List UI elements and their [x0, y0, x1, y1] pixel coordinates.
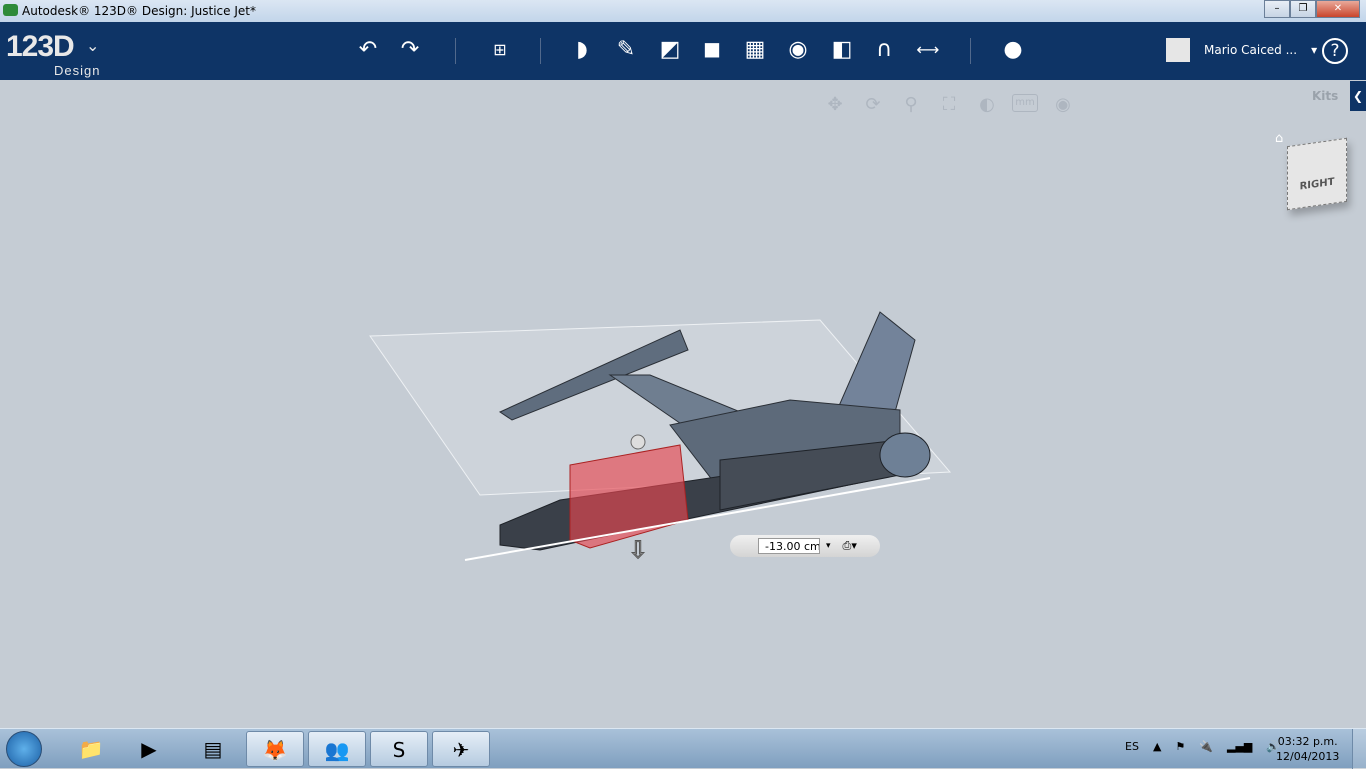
taskbar-skype-icon[interactable]: S [370, 731, 428, 767]
action-center-flag-icon[interactable]: ⚑ [1175, 740, 1185, 753]
user-menu[interactable]: Mario Caiced ... ▾ [1166, 38, 1317, 62]
sketch-icon[interactable]: ✎ [612, 36, 640, 64]
taskbar-123d-icon[interactable]: ✈ [432, 731, 490, 767]
power-icon[interactable]: 🔌 [1199, 740, 1213, 753]
viewport-3d[interactable]: ⇩ [0, 80, 1366, 728]
divider [970, 38, 971, 64]
clock[interactable]: 03:32 p.m. 12/04/2013 [1276, 734, 1339, 764]
taskbar-app-icon[interactable]: ▤ [184, 731, 242, 767]
logo-brand: 123D [6, 30, 75, 63]
user-name: Mario Caiced ... [1204, 43, 1298, 57]
pattern-icon[interactable]: ▦ [741, 36, 769, 64]
divider [540, 38, 541, 64]
divider [455, 38, 456, 64]
measure-icon[interactable]: ⟷ [914, 36, 942, 64]
app-menu-logo[interactable]: 123D ⌄ Design [6, 30, 99, 78]
show-hidden-icons-icon[interactable]: ▲ [1153, 740, 1161, 753]
close-button[interactable]: ✕ [1316, 0, 1360, 18]
network-signal-icon[interactable]: ▂▄▆ [1227, 740, 1252, 753]
modify-icon[interactable]: ◼ [698, 36, 726, 64]
minimize-button[interactable]: – [1264, 0, 1290, 18]
snap-icon[interactable]: ∩ [870, 36, 898, 64]
dimension-input[interactable] [758, 538, 820, 554]
group-icon[interactable]: ◉ [784, 36, 812, 64]
dropdown-icon: ▾ [1311, 43, 1318, 57]
drag-arrow-icon: ⇩ [628, 536, 648, 564]
transform-icon[interactable]: ⊞ [486, 36, 514, 64]
clock-time: 03:32 p.m. [1277, 735, 1338, 748]
start-button[interactable] [6, 731, 42, 767]
logo-sub: Design [54, 63, 101, 78]
taskbar-firefox-icon[interactable]: 🦊 [246, 731, 304, 767]
show-desktop-button[interactable] [1352, 729, 1366, 769]
maximize-button[interactable]: ❐ [1290, 0, 1316, 18]
app-icon [3, 4, 18, 16]
avatar [1166, 38, 1190, 62]
system-tray: ES ▲ ⚑ 🔌 ▂▄▆ 🔊 [1125, 740, 1280, 753]
main-toolbar: 123D ⌄ Design ↶ ↷ ⊞ ◗ ✎ ◩ ◼ ▦ ◉ ◧ ∩ ⟷ ● … [0, 22, 1366, 80]
taskbar-messenger-icon[interactable]: 👥 [308, 731, 366, 767]
redo-icon[interactable]: ↷ [396, 36, 424, 64]
taskbar-explorer-icon[interactable]: 📁 [62, 731, 120, 767]
undo-icon[interactable]: ↶ [354, 36, 382, 64]
combine-icon[interactable]: ◧ [828, 36, 856, 64]
chevron-down-icon: ⌄ [86, 38, 100, 55]
clock-date: 12/04/2013 [1276, 750, 1340, 763]
construct-icon[interactable]: ◩ [656, 36, 684, 64]
help-button[interactable]: ? [1322, 38, 1348, 64]
window-title: Autodesk® 123D® Design: Justice Jet* [22, 4, 256, 18]
primitives-icon[interactable]: ◗ [568, 36, 596, 64]
material-icon[interactable]: ● [999, 36, 1027, 64]
language-indicator[interactable]: ES [1125, 740, 1139, 753]
dimension-options-icon[interactable]: ⎙▾ [843, 539, 857, 553]
dimension-input-box: ▾ ⎙▾ [730, 535, 880, 557]
taskbar: 📁 ▶ ▤ 🦊 👥 S ✈ ES ▲ ⚑ 🔌 ▂▄▆ 🔊 03:32 p.m. … [0, 728, 1366, 769]
window-titlebar: Autodesk® 123D® Design: Justice Jet* – ❐… [0, 0, 1366, 22]
dimension-dropdown[interactable]: ▾ [826, 541, 831, 551]
taskbar-media-player-icon[interactable]: ▶ [120, 731, 178, 767]
